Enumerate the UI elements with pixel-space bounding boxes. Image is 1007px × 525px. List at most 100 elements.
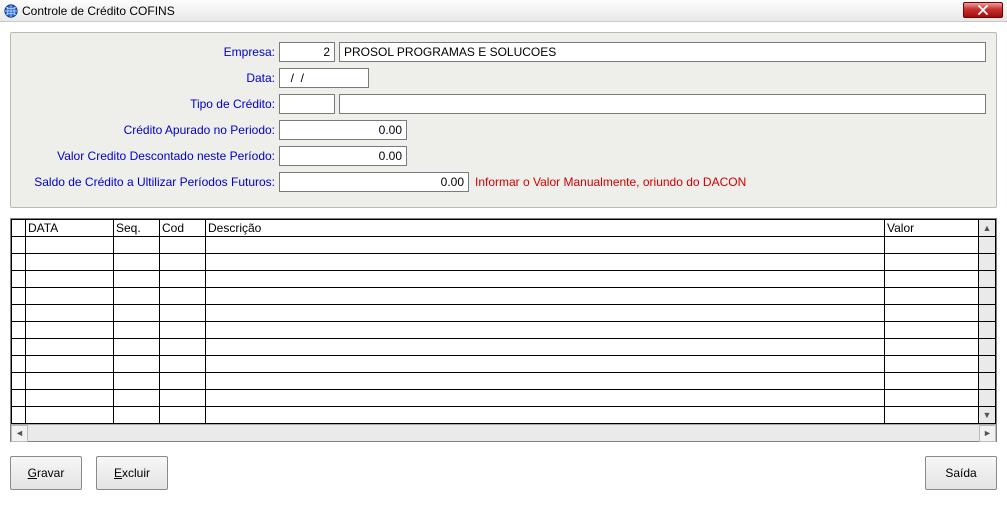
vscroll-track[interactable] (979, 339, 996, 356)
table-cell[interactable] (114, 356, 160, 373)
window-close-button[interactable] (963, 2, 1003, 18)
vscroll-up[interactable]: ▲ (979, 220, 996, 237)
vscroll-track[interactable] (979, 390, 996, 407)
table-cell[interactable] (160, 254, 206, 271)
table-row[interactable] (12, 373, 996, 390)
table-cell[interactable] (206, 254, 885, 271)
table-cell[interactable] (206, 271, 885, 288)
table-cell[interactable] (885, 390, 979, 407)
table-cell[interactable] (885, 237, 979, 254)
vscroll-track[interactable] (979, 288, 996, 305)
vscroll-track[interactable] (979, 305, 996, 322)
table-cell[interactable] (206, 305, 885, 322)
vscroll-track[interactable] (979, 237, 996, 254)
table-cell[interactable] (26, 322, 114, 339)
table-cell[interactable] (114, 254, 160, 271)
table-cell[interactable] (114, 288, 160, 305)
table-row[interactable] (12, 390, 996, 407)
table-cell[interactable] (160, 271, 206, 288)
table-cell[interactable] (12, 271, 26, 288)
table-cell[interactable] (114, 271, 160, 288)
table-cell[interactable] (885, 407, 979, 424)
table-cell[interactable] (885, 305, 979, 322)
input-tipo-desc[interactable] (339, 94, 986, 114)
input-empresa-name[interactable] (339, 42, 986, 62)
vscroll-track[interactable] (979, 322, 996, 339)
vscroll-track[interactable] (979, 254, 996, 271)
table-cell[interactable] (160, 339, 206, 356)
table-cell[interactable] (26, 288, 114, 305)
hscroll-track[interactable] (28, 425, 979, 442)
table-cell[interactable] (885, 339, 979, 356)
table-row[interactable] (12, 339, 996, 356)
table-cell[interactable] (160, 237, 206, 254)
table-cell[interactable] (26, 339, 114, 356)
table-cell[interactable] (26, 271, 114, 288)
col-header-desc[interactable]: Descrição (206, 220, 885, 237)
table-cell[interactable] (26, 390, 114, 407)
table-cell[interactable] (885, 373, 979, 390)
col-header-data[interactable]: DATA (26, 220, 114, 237)
table-cell[interactable] (114, 407, 160, 424)
table-cell[interactable] (160, 288, 206, 305)
table-row[interactable] (12, 322, 996, 339)
table-cell[interactable] (114, 237, 160, 254)
input-data[interactable] (279, 68, 369, 88)
input-empresa-code[interactable] (279, 42, 335, 62)
table-cell[interactable] (160, 356, 206, 373)
table-row[interactable]: ▼ (12, 407, 996, 424)
table-cell[interactable] (206, 356, 885, 373)
table-cell[interactable] (206, 373, 885, 390)
table-cell[interactable] (885, 322, 979, 339)
input-tipo-code[interactable] (279, 94, 335, 114)
col-header-valor[interactable]: Valor (885, 220, 979, 237)
table-cell[interactable] (26, 237, 114, 254)
table-cell[interactable] (114, 305, 160, 322)
table-row[interactable] (12, 237, 996, 254)
table-cell[interactable] (114, 322, 160, 339)
table-cell[interactable] (26, 305, 114, 322)
table-cell[interactable] (12, 356, 26, 373)
table-cell[interactable] (206, 339, 885, 356)
table-cell[interactable] (114, 339, 160, 356)
table-cell[interactable] (12, 254, 26, 271)
table-row[interactable] (12, 254, 996, 271)
table-cell[interactable] (12, 237, 26, 254)
table-cell[interactable] (206, 390, 885, 407)
table-cell[interactable] (160, 373, 206, 390)
saida-button[interactable]: Saída (925, 456, 997, 490)
vscroll-track[interactable] (979, 356, 996, 373)
table-cell[interactable] (26, 407, 114, 424)
input-valor-descontado[interactable] (279, 146, 407, 166)
vscroll-track[interactable] (979, 271, 996, 288)
vscroll-down[interactable]: ▼ (979, 407, 996, 424)
table-cell[interactable] (885, 356, 979, 373)
table-cell[interactable] (26, 254, 114, 271)
table-row[interactable] (12, 288, 996, 305)
table-cell[interactable] (206, 237, 885, 254)
data-grid[interactable]: DATA Seq. Cod Descrição Valor ▲ ▼ (11, 219, 996, 424)
gravar-button[interactable]: Gravar (10, 456, 82, 490)
table-cell[interactable] (12, 390, 26, 407)
table-cell[interactable] (160, 407, 206, 424)
table-cell[interactable] (12, 407, 26, 424)
table-cell[interactable] (12, 339, 26, 356)
table-cell[interactable] (206, 322, 885, 339)
table-cell[interactable] (885, 254, 979, 271)
col-header-cod[interactable]: Cod (160, 220, 206, 237)
table-row[interactable] (12, 356, 996, 373)
vscroll-track[interactable] (979, 373, 996, 390)
table-cell[interactable] (160, 305, 206, 322)
table-cell[interactable] (12, 288, 26, 305)
hscroll-left[interactable]: ◄ (11, 425, 28, 442)
table-cell[interactable] (12, 322, 26, 339)
table-cell[interactable] (160, 390, 206, 407)
excluir-button[interactable]: Excluir (96, 456, 168, 490)
table-cell[interactable] (885, 288, 979, 305)
col-header-seq[interactable]: Seq. (114, 220, 160, 237)
table-row[interactable] (12, 305, 996, 322)
input-saldo[interactable] (279, 172, 469, 192)
table-cell[interactable] (114, 390, 160, 407)
table-cell[interactable] (160, 322, 206, 339)
input-credito-apurado[interactable] (279, 120, 407, 140)
